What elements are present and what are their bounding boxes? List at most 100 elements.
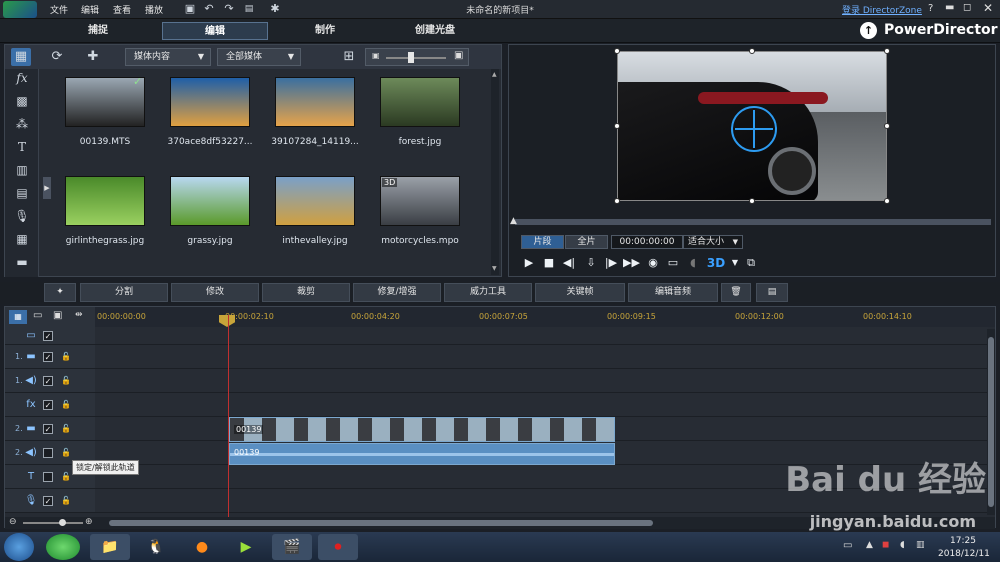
resize-handle-tr[interactable] [884, 48, 890, 54]
trash-icon[interactable]: 🗑 [721, 283, 751, 302]
track-enable-checkbox[interactable]: ✓ [43, 376, 53, 386]
preview-scrub-bar[interactable]: ▲ [510, 216, 991, 226]
library-scrollbar[interactable]: ▲ ▼ [491, 69, 499, 275]
pip-objects-icon[interactable]: ▩ [12, 92, 32, 110]
chevron-down-icon[interactable]: ▼ [727, 255, 743, 271]
timeline-vertical-scrollbar[interactable] [987, 329, 995, 515]
undo-icon[interactable]: ↶ [202, 2, 216, 16]
magic-tools-icon[interactable]: ✦ [44, 283, 76, 302]
resize-handle-l[interactable] [614, 123, 620, 129]
media-thumbnail[interactable] [380, 77, 460, 127]
taskbar-powerdirector-icon[interactable]: 🎬 [272, 534, 312, 560]
stop-icon[interactable]: ■ [541, 255, 557, 271]
next-frame-icon[interactable]: |▶ [603, 255, 619, 271]
fast-forward-icon[interactable]: ▶▶ [623, 255, 640, 271]
help-button[interactable]: ? [928, 3, 933, 14]
previous-frame-icon[interactable]: ◀| [561, 255, 577, 271]
timeline-view-icon[interactable]: ▦ [9, 310, 27, 324]
close-icon[interactable]: ✕ [983, 1, 993, 15]
split-button[interactable]: 分割 [80, 283, 168, 302]
taskbar-firefox-icon[interactable]: ● [182, 534, 222, 560]
track-enable-checkbox[interactable]: ✓ [43, 352, 53, 362]
maximize-icon[interactable]: ◻ [963, 2, 971, 13]
media-content-dropdown[interactable]: 媒体内容 ▼ [125, 48, 211, 66]
track-enable-checkbox[interactable]: ✓ [43, 424, 53, 434]
undock-window-icon[interactable]: ⧉ [743, 255, 759, 271]
scroll-down-icon[interactable]: ▼ [492, 265, 497, 272]
resize-handle-r[interactable] [884, 123, 890, 129]
save-icon[interactable]: ▣ [183, 2, 197, 16]
split-clip-icon[interactable]: ⇩ [583, 255, 599, 271]
edit-audio-button[interactable]: 编辑音频 [628, 283, 718, 302]
tab-edit[interactable]: 编辑 [162, 22, 268, 40]
chapter-icon[interactable]: ▦ [12, 230, 32, 248]
horizontal-scroll-thumb[interactable] [109, 520, 653, 526]
keyframe-button[interactable]: 关键帧 [535, 283, 625, 302]
slider-thumb[interactable] [408, 52, 414, 63]
movie-mode-button[interactable]: 全片 [565, 235, 608, 249]
lock-icon[interactable]: 🔓 [61, 424, 71, 434]
tray-security-icon[interactable]: ◼ [882, 540, 889, 550]
track-enable-checkbox[interactable]: ✓ [43, 331, 53, 341]
audio-mixing-icon[interactable]: ▤ [12, 184, 32, 202]
media-room-icon[interactable]: ▦ [11, 48, 31, 66]
taskbar-app-green-icon[interactable] [46, 534, 80, 560]
thumbnail-size-slider[interactable]: ▣ ▣ [365, 48, 469, 66]
storyboard-view-icon[interactable]: ▭ [33, 310, 42, 321]
tray-network-icon[interactable]: ▥ [916, 540, 925, 550]
clock-time[interactable]: 17:25 [950, 536, 976, 546]
title-text-icon[interactable]: T [12, 138, 32, 156]
tray-volume-icon[interactable]: ◖ [900, 540, 905, 550]
tab-capture[interactable]: 捕捉 [45, 22, 151, 40]
media-thumbnail[interactable] [65, 176, 145, 226]
tray-arrow-icon[interactable]: ▲ [866, 540, 873, 550]
clock-date[interactable]: 2018/12/11 [938, 549, 990, 559]
resize-handle-br[interactable] [884, 198, 890, 204]
track-options-icon[interactable]: ▣ [53, 310, 62, 321]
resize-handle-tl[interactable] [614, 48, 620, 54]
track-enable-checkbox[interactable]: ✓ [43, 400, 53, 410]
hd-icon[interactable]: ▤ [240, 2, 258, 16]
resize-handle-b[interactable] [749, 198, 755, 204]
track-enable-checkbox[interactable] [43, 448, 53, 458]
lock-icon[interactable]: 🔓 [61, 448, 71, 458]
menu-file[interactable]: 文件 [50, 3, 68, 16]
menu-play[interactable]: 播放 [145, 3, 163, 16]
tab-produce[interactable]: 制作 [272, 22, 378, 40]
plugin-puzzle-icon[interactable]: ✚ [83, 48, 103, 66]
collapse-sidebar-icon[interactable]: ▶ [43, 177, 51, 199]
lock-icon[interactable]: 🔓 [61, 352, 71, 362]
menu-view[interactable]: 查看 [113, 3, 131, 16]
lock-icon[interactable]: 🔓 [61, 496, 71, 506]
import-media-icon[interactable]: ⟳ [47, 48, 67, 66]
resize-handle-bl[interactable] [614, 198, 620, 204]
lock-icon[interactable]: 🔓 [61, 400, 71, 410]
crop-button[interactable]: 裁剪 [262, 283, 350, 302]
clip-mode-button[interactable]: 片段 [521, 235, 564, 249]
timecode-display[interactable]: 00:00:00:00 [611, 235, 683, 249]
redo-icon[interactable]: ↷ [222, 2, 236, 16]
modify-button[interactable]: 修改 [171, 283, 259, 302]
taskbar-qq-icon[interactable]: 🐧 [136, 534, 176, 560]
menu-edit[interactable]: 编辑 [81, 3, 99, 16]
vertical-scroll-thumb[interactable] [988, 337, 994, 507]
tray-keyboard-icon[interactable]: ▭ [843, 540, 852, 551]
display-preview-icon[interactable]: ▭ [665, 255, 681, 271]
audio-clip[interactable]: 00139 [229, 443, 615, 465]
particle-icon[interactable]: ⁂ [12, 115, 32, 133]
taskbar-app-arrow-icon[interactable]: ▶ [226, 534, 266, 560]
power-tools-button[interactable]: 威力工具 [444, 283, 532, 302]
upload-arrow-icon[interactable]: ↑ [860, 22, 877, 39]
snapshot-camera-icon[interactable]: ◉ [645, 255, 661, 271]
start-button-icon[interactable] [4, 533, 34, 561]
taskbar-explorer-icon[interactable]: 📁 [90, 534, 130, 560]
track-manager-icon[interactable]: ▤ [756, 283, 788, 302]
settings-gear-icon[interactable]: ✱ [268, 2, 282, 16]
login-link[interactable]: 登录 DirectorZone [842, 3, 922, 16]
tab-create-disc[interactable]: 创建光盘 [382, 22, 488, 40]
transition-icon[interactable]: ▥ [12, 161, 32, 179]
fit-size-dropdown[interactable]: 适合大小 ▼ [683, 235, 743, 249]
media-thumbnail[interactable] [170, 176, 250, 226]
track-enable-checkbox[interactable]: ✓ [43, 496, 53, 506]
scroll-up-icon[interactable]: ▲ [492, 71, 497, 78]
